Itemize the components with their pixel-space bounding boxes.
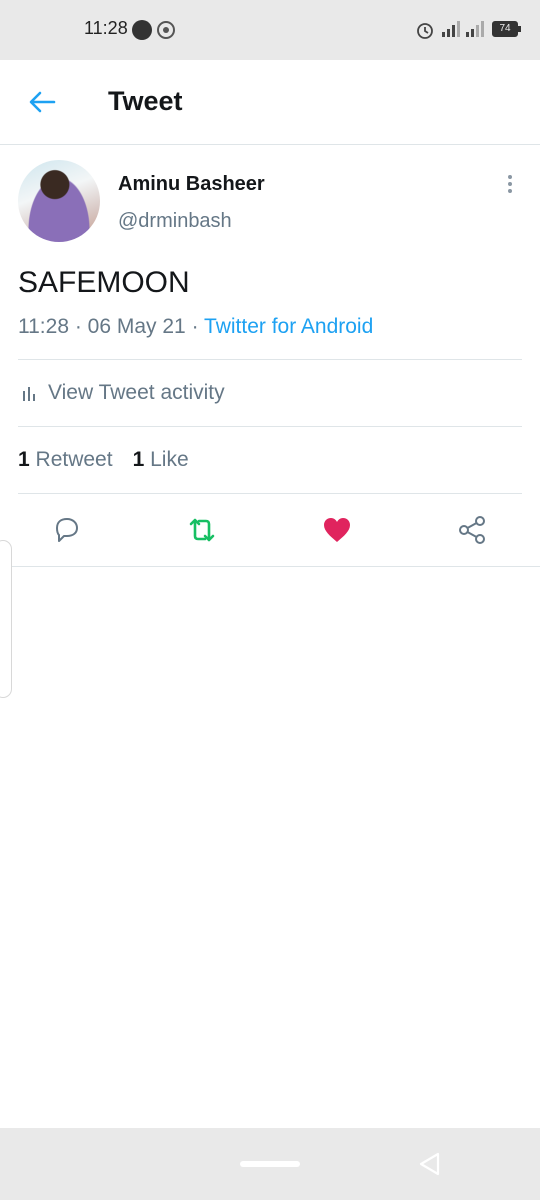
likes-count: 1 — [132, 448, 145, 471]
nav-back-icon[interactable] — [416, 1150, 444, 1178]
top-app-bar: Tweet — [0, 60, 540, 145]
meta-separator: · — [69, 315, 88, 338]
back-button[interactable] — [24, 84, 60, 120]
tweet-actions — [0, 494, 540, 567]
system-nav-bar — [0, 1128, 540, 1200]
tweet-text: SAFEMOON — [18, 266, 190, 299]
likes-stat[interactable]: 1 Like — [133, 448, 189, 472]
retweet-icon[interactable] — [186, 514, 218, 546]
battery-icon: 74 — [492, 21, 521, 37]
notification-dot-icon — [132, 20, 152, 40]
status-time: 11:28 — [84, 18, 128, 38]
share-icon[interactable] — [456, 514, 488, 546]
more-options-button[interactable] — [500, 172, 520, 200]
view-tweet-activity-label: View Tweet activity — [48, 381, 225, 404]
bar-chart-icon — [23, 387, 35, 401]
more-vertical-icon — [508, 175, 512, 179]
tweet-date: 06 May 21 — [87, 315, 186, 338]
heart-icon[interactable] — [321, 514, 353, 546]
tweet-stats: 1 Retweet 1 Like — [18, 427, 522, 493]
tweet-meta: 11:28 · 06 May 21 · Twitter for Android — [18, 315, 373, 339]
signal-icon — [442, 21, 460, 37]
author-name[interactable]: Aminu Basheer — [118, 173, 265, 196]
chrome-icon — [157, 21, 175, 39]
likes-label: Like — [150, 448, 189, 471]
reply-icon[interactable] — [51, 514, 83, 546]
edge-panel-handle[interactable] — [0, 540, 12, 698]
avatar[interactable] — [18, 160, 100, 242]
retweets-stat[interactable]: 1 Retweet — [18, 448, 113, 472]
author-handle[interactable]: @drminbash — [118, 210, 232, 233]
status-bar: 11:28 74 — [0, 0, 540, 60]
signal-icon-2 — [466, 21, 484, 37]
retweets-label: Retweet — [35, 448, 113, 471]
alarm-icon — [417, 23, 433, 39]
retweets-count: 1 — [18, 448, 30, 471]
tweet-time: 11:28 — [18, 315, 69, 338]
page-title: Tweet — [108, 86, 183, 116]
tweet-source-link[interactable]: Twitter for Android — [204, 315, 373, 338]
view-tweet-activity-button[interactable]: View Tweet activity — [18, 360, 522, 426]
arrow-left-icon — [29, 91, 56, 113]
home-gesture-pill[interactable] — [240, 1161, 300, 1167]
meta-separator: · — [185, 315, 205, 338]
